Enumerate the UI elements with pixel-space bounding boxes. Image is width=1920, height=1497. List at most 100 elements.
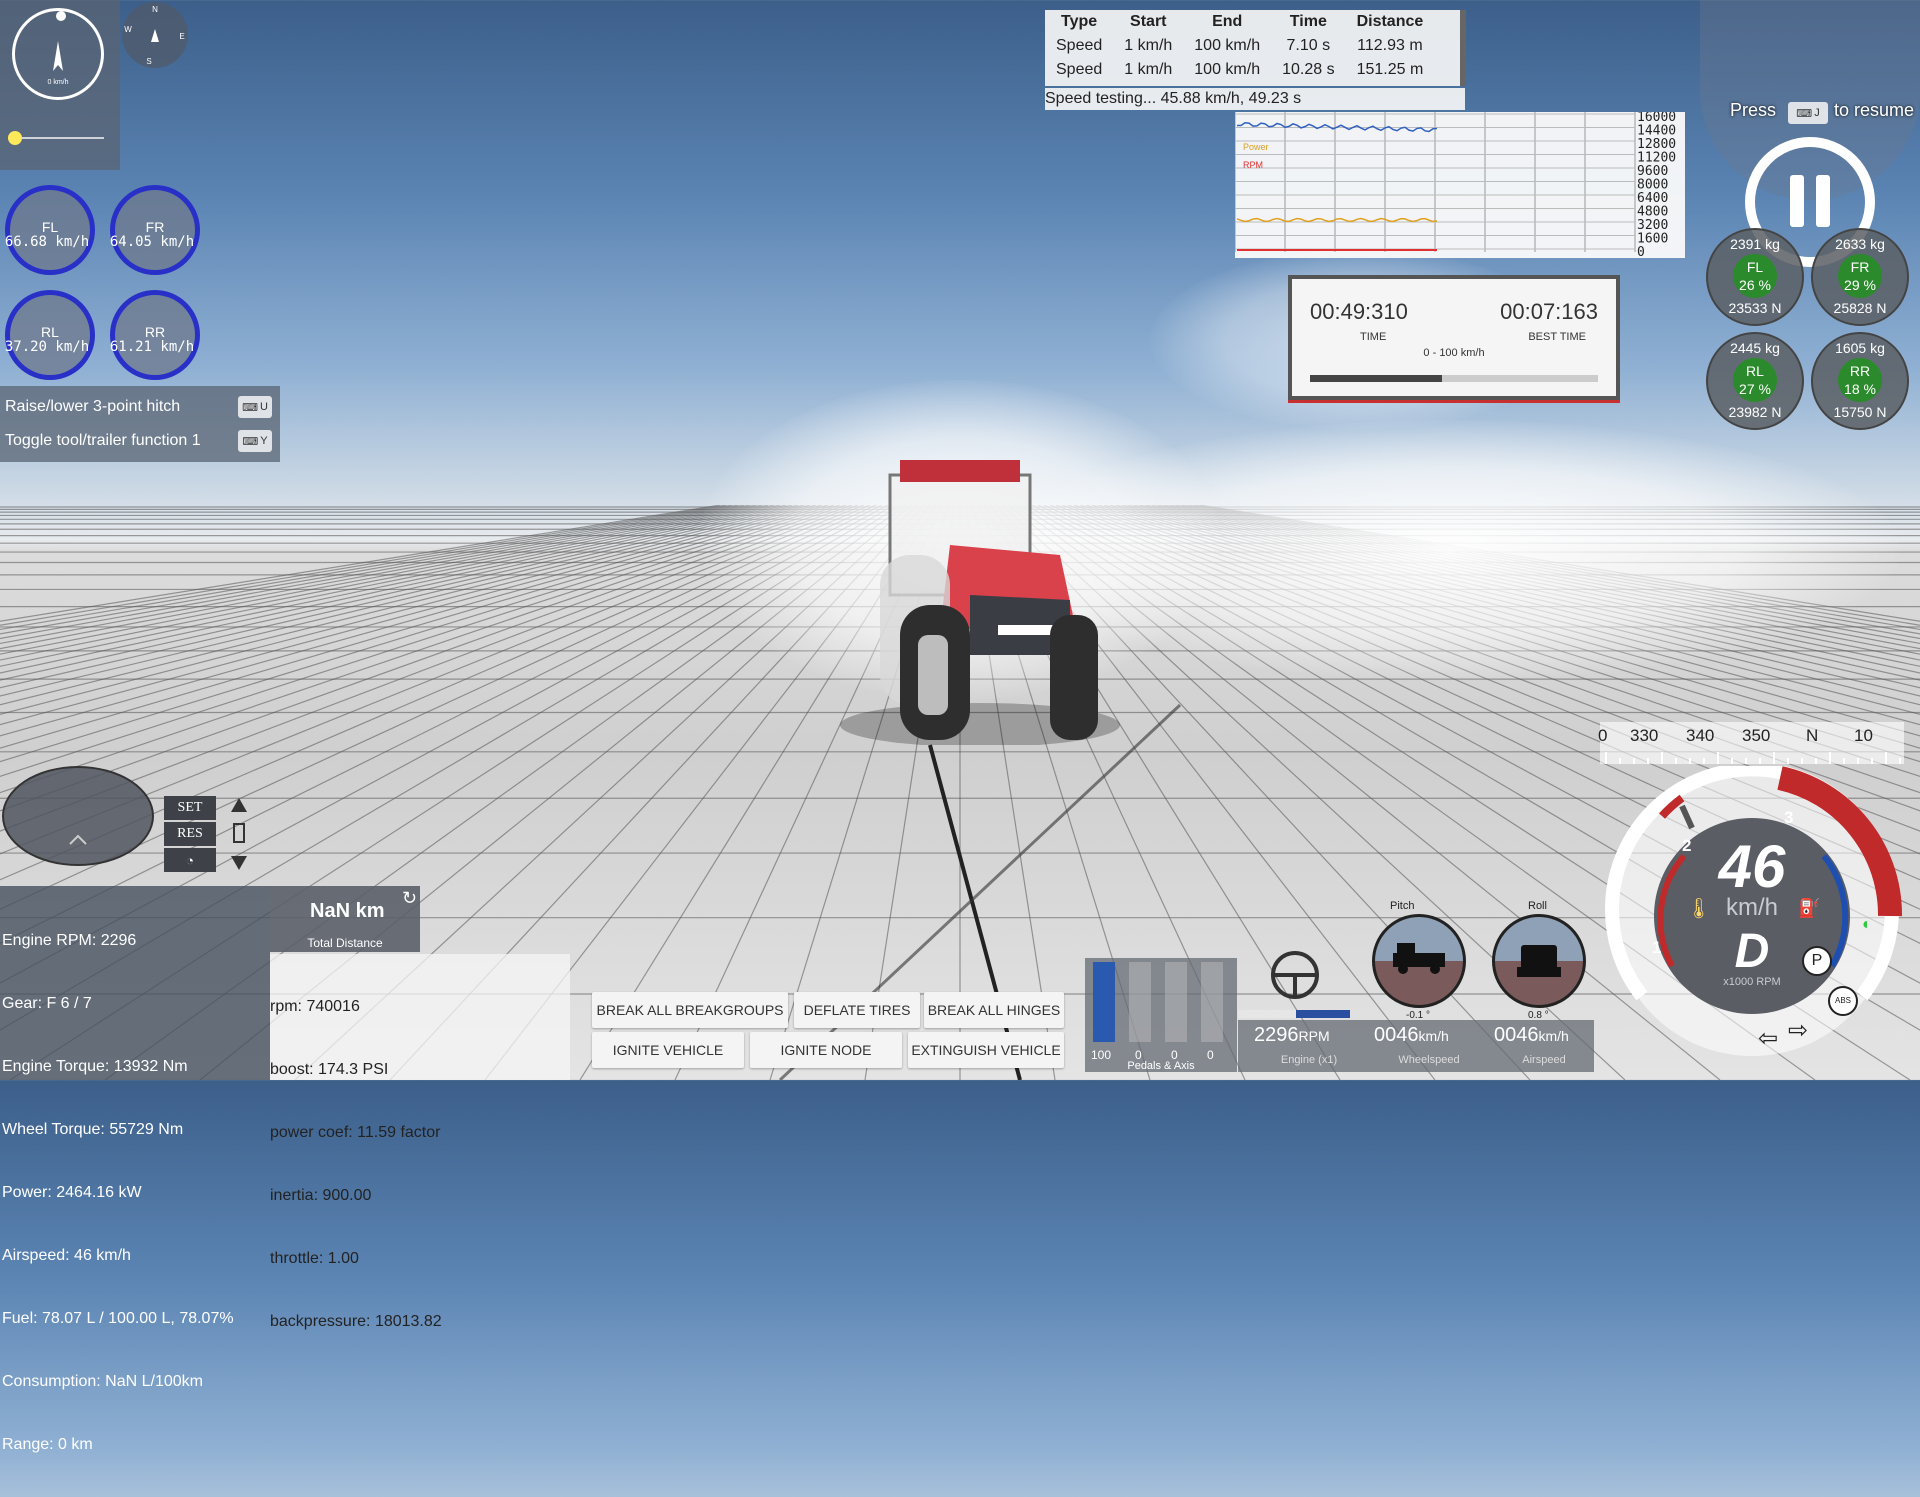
load-force: 15750 N bbox=[1833, 404, 1887, 420]
wheel-label: FR bbox=[145, 219, 165, 235]
pause-resume-text: to resume bbox=[1834, 100, 1915, 120]
steering-bar bbox=[1238, 1010, 1350, 1018]
throttle-pedal-bar bbox=[1093, 962, 1115, 1042]
wheel-load-fl: 2391 kg FL 26 % 23533 N bbox=[1706, 228, 1804, 326]
readouts-panel: 2296RPM Engine (x1) 0046km/h Wheelspeed … bbox=[1238, 1020, 1594, 1072]
readout-label: Airspeed bbox=[1522, 1054, 1566, 1066]
temperature-icon: 🌡 bbox=[1686, 898, 1712, 920]
wheel-speed: 64.05 km/h bbox=[109, 234, 195, 250]
cruise-speed-arrows[interactable] bbox=[228, 796, 250, 872]
truck-front-icon bbox=[1517, 945, 1561, 977]
compass-tape: 0 330 340 350 N 10 bbox=[1598, 722, 1904, 764]
column-header: Start bbox=[1130, 13, 1167, 30]
ignite-vehicle-button[interactable]: IGNITE VEHICLE bbox=[592, 1032, 744, 1068]
wheel-speed-fl: FL 66.68 km/h bbox=[5, 185, 95, 275]
compass-tick: 340 bbox=[1686, 726, 1715, 745]
svg-text:W: W bbox=[124, 25, 132, 34]
load-force: 23533 N bbox=[1728, 300, 1782, 316]
readout-unit: km/h bbox=[1418, 1028, 1449, 1044]
load-label: FR bbox=[1850, 259, 1870, 275]
extinguish-vehicle-button[interactable]: EXTINGUISH VEHICLE bbox=[908, 1032, 1064, 1068]
load-inner: FR 29 % bbox=[1838, 254, 1882, 298]
cruise-display bbox=[2, 766, 154, 866]
table-row: Speed 1 km/h 100 km/h 7.10 s 112.93 m bbox=[1045, 34, 1434, 58]
pitch-label: Pitch bbox=[1390, 900, 1415, 912]
wheel-load-rl: 2445 kg RL 27 % 23982 N bbox=[1706, 332, 1804, 430]
stat-line: Airspeed: 46 km/h bbox=[2, 1247, 131, 1264]
key-label: J bbox=[1814, 107, 1820, 119]
trip-distance: NaN km bbox=[310, 900, 385, 922]
hint-row[interactable]: Raise/lower 3-point hitch ⌨ U bbox=[0, 390, 280, 424]
key-label: U bbox=[259, 401, 268, 413]
abs-icon: ABS bbox=[1828, 986, 1858, 1016]
truck-side-icon bbox=[1393, 943, 1445, 974]
speed-rpm-gauge: 2 3 1 46 km/h D x1000 RPM 🌡 ⛽ ◐ P ABS ⇦ … bbox=[1602, 762, 1903, 1066]
minimap-panel: 0 km/h bbox=[0, 0, 120, 170]
speedometer-icon: ◔ bbox=[186, 852, 194, 868]
svg-text:S: S bbox=[146, 57, 151, 66]
table-header-row: Type Start End Time Distance bbox=[1045, 10, 1434, 34]
zoom-slider[interactable] bbox=[8, 137, 104, 139]
wheel-speed-rr: RR 61.21 km/h bbox=[110, 290, 200, 380]
hint-label: Raise/lower 3-point hitch bbox=[5, 398, 181, 415]
compass-tick: N bbox=[1806, 726, 1819, 745]
cruise-off-button[interactable]: ◔ bbox=[164, 848, 216, 872]
svg-text:Power: Power bbox=[1243, 142, 1269, 152]
svg-text:0: 0 bbox=[1637, 245, 1645, 258]
roll-gauge bbox=[1492, 914, 1586, 1008]
readout-unit: km/h bbox=[1538, 1028, 1569, 1044]
timer-progress-fill bbox=[1310, 375, 1443, 382]
load-pct: 29 % bbox=[1844, 277, 1876, 293]
load-force: 25828 N bbox=[1833, 300, 1887, 316]
best-time-label: BEST TIME bbox=[1528, 331, 1586, 343]
break-all-breakgroups-button[interactable]: BREAK ALL BREAKGROUPS bbox=[592, 992, 788, 1028]
readout-unit: RPM bbox=[1298, 1028, 1330, 1044]
table-cell: Speed bbox=[1056, 61, 1103, 78]
pitch-gauge bbox=[1372, 914, 1466, 1008]
cruise-set-button[interactable]: SET bbox=[164, 796, 216, 820]
time-label: TIME bbox=[1360, 331, 1387, 343]
hint-row[interactable]: Toggle tool/trailer function 1 ⌨ Y bbox=[0, 424, 280, 458]
ignite-node-button[interactable]: IGNITE NODE bbox=[750, 1032, 902, 1068]
table-cell: 10.28 s bbox=[1282, 61, 1335, 78]
wheel-label: RL bbox=[41, 324, 59, 340]
refresh-icon[interactable]: ↻ bbox=[402, 888, 417, 909]
keyboard-icon: ⌨ bbox=[242, 401, 258, 414]
readout-value: 0046 bbox=[1374, 1024, 1419, 1046]
readout-value: 2296 bbox=[1254, 1024, 1299, 1046]
power-graph-panel: 16000 14400 12800 11200 9600 8000 6400 4800 3200… bbox=[1234, 110, 1685, 260]
compass-tick: 350 bbox=[1742, 726, 1771, 745]
wheel-load-rr: 1605 kg RR 18 % 15750 N bbox=[1811, 332, 1909, 430]
table-cell: 112.93 m bbox=[1357, 37, 1423, 54]
cruise-res-button[interactable]: RES bbox=[164, 822, 216, 846]
debug-line: power coef: 11.59 factor bbox=[270, 1124, 441, 1141]
speed-unit: km/h bbox=[1725, 894, 1778, 921]
trip-computer: NaN km ↻ Total Distance bbox=[270, 886, 420, 952]
load-label: RR bbox=[1849, 363, 1871, 379]
svg-text:N: N bbox=[152, 5, 158, 14]
stat-line: Engine Torque: 13932 Nm bbox=[2, 1058, 188, 1075]
wheel-speed: 61.21 km/h bbox=[109, 339, 195, 355]
zoom-slider-handle[interactable] bbox=[8, 131, 22, 145]
stat-line: Gear: F 6 / 7 bbox=[2, 995, 92, 1012]
engine-debug-panel: rpm: 740016 boost: 174.3 PSI power coef:… bbox=[270, 954, 570, 1330]
load-inner: RL 27 % bbox=[1733, 358, 1777, 402]
debug-line: rpm: 740016 bbox=[270, 998, 360, 1015]
table-cell: 1 km/h bbox=[1124, 61, 1173, 78]
throttle-pedal-fill bbox=[1093, 962, 1115, 1042]
rpm-readout: 2296RPM bbox=[1254, 1024, 1330, 1047]
rpm-label: x1000 RPM bbox=[1723, 976, 1781, 988]
break-all-hinges-button[interactable]: BREAK ALL HINGES bbox=[924, 992, 1064, 1028]
rpm-mark: 3 bbox=[1784, 808, 1794, 827]
pedals-panel: 100 0 0 0 Pedals & Axis bbox=[1085, 958, 1237, 1072]
wheel-label: FL bbox=[41, 219, 59, 235]
wheel-label: RR bbox=[144, 324, 166, 340]
load-kg: 2445 kg bbox=[1730, 340, 1780, 356]
vehicle-stats-panel: Engine RPM: 2296 Gear: F 6 / 7 Engine To… bbox=[0, 886, 270, 1453]
turn-left-icon: ⇦ bbox=[1758, 1025, 1779, 1052]
deflate-tires-button[interactable]: DEFLATE TIRES bbox=[794, 992, 920, 1028]
table-cell: 7.10 s bbox=[1286, 37, 1331, 54]
compass-tick: 330 bbox=[1630, 726, 1659, 745]
minimap-circle[interactable]: 0 km/h bbox=[12, 8, 104, 100]
load-kg: 2633 kg bbox=[1835, 236, 1885, 252]
